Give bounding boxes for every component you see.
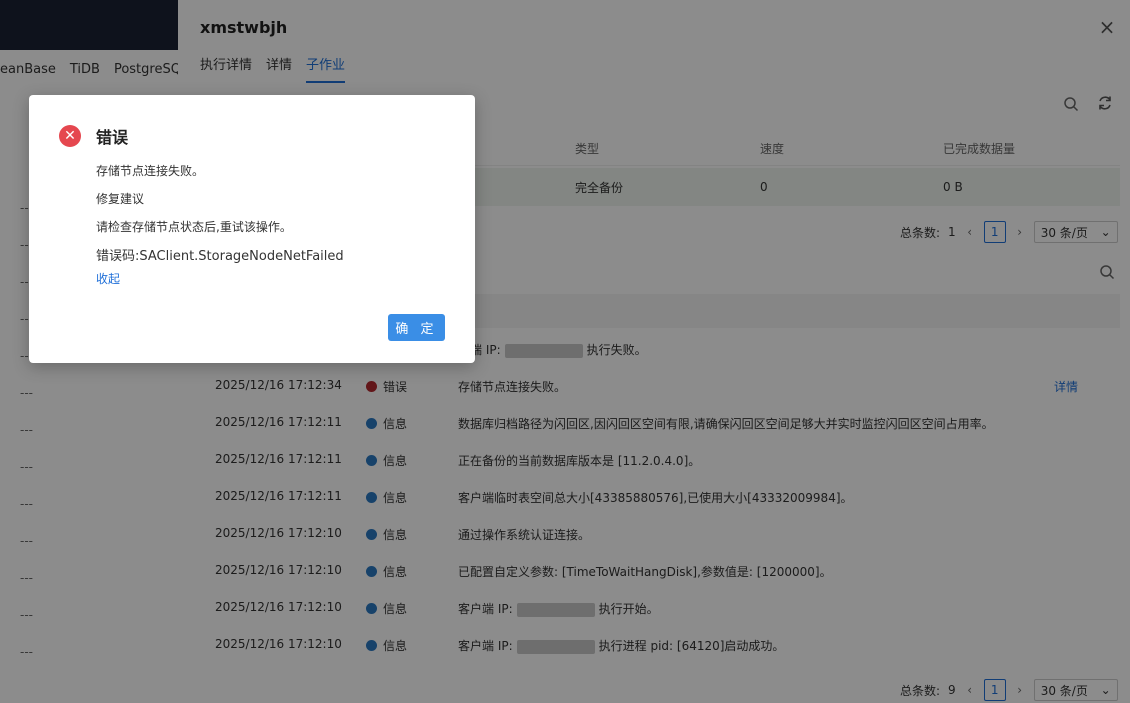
error-message: 存储节点连接失败。 <box>96 164 205 178</box>
suggestion-title: 修复建议 <box>96 192 145 206</box>
suggestion-text: 请检查存储节点状态后,重试该操作。 <box>96 220 292 234</box>
confirm-button[interactable]: 确 定 <box>388 314 445 341</box>
error-code: 错误码:SAClient.StorageNodeNetFailed <box>96 249 344 264</box>
error-dialog: ✕ 错误 存储节点连接失败。 修复建议 请检查存储节点状态后,重试该操作。 错误… <box>29 95 475 363</box>
collapse-link[interactable]: 收起 <box>96 270 120 287</box>
error-icon: ✕ <box>59 125 81 147</box>
dialog-title: 错误 <box>96 128 129 147</box>
